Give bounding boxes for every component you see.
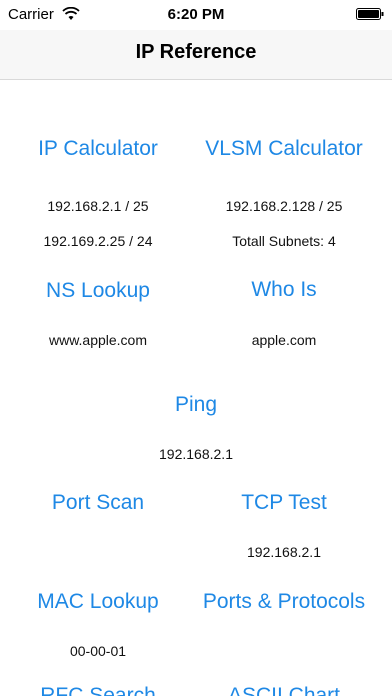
ascii-chart-button[interactable]: ASCII Chart <box>186 684 382 696</box>
vlsm-calculator-button[interactable]: VLSM Calculator <box>186 137 382 161</box>
ip-calculator-example-1: 192.168.2.1 / 25 <box>47 198 149 214</box>
ns-lookup-button[interactable]: NS Lookup <box>0 279 196 303</box>
vlsm-calculator-example-2: Totall Subnets: 4 <box>232 233 336 249</box>
page-title: IP Reference <box>135 41 257 63</box>
ns-lookup-example: www.apple.com <box>48 332 148 348</box>
who-is-example: apple.com <box>251 332 317 348</box>
vlsm-calculator-example-1: 192.168.2.128 / 25 <box>225 198 343 214</box>
ping-button[interactable]: Ping <box>0 393 392 417</box>
status-time: 6:20 PM <box>167 6 225 23</box>
rfc-search-button[interactable]: RFC Search <box>0 684 196 696</box>
ip-calculator-button[interactable]: IP Calculator <box>0 137 196 161</box>
mac-lookup-button[interactable]: MAC Lookup <box>0 590 196 614</box>
tool-grid[interactable]: IP Calculator 192.168.2.1 / 25 192.169.2… <box>0 80 392 696</box>
ping-example: 192.168.2.1 <box>159 446 233 462</box>
tcp-test-example: 192.168.2.1 <box>247 544 321 560</box>
ports-protocols-button[interactable]: Ports & Protocols <box>186 590 382 614</box>
ip-calculator-example-2: 192.169.2.25 / 24 <box>43 233 153 249</box>
tcp-test-button[interactable]: TCP Test <box>186 491 382 515</box>
battery-icon <box>356 8 384 20</box>
status-bar: Carrier 6:20 PM <box>0 0 392 30</box>
mac-lookup-example: 00-00-01 <box>69 643 127 659</box>
who-is-button[interactable]: Who Is <box>186 278 382 302</box>
navigation-bar: IP Reference <box>0 30 392 80</box>
port-scan-button[interactable]: Port Scan <box>0 491 196 515</box>
